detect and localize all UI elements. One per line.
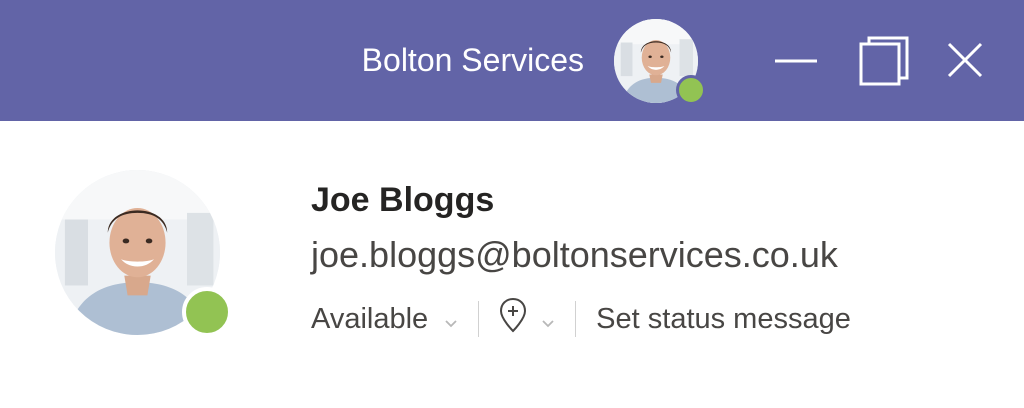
restore-icon bbox=[859, 36, 909, 86]
minimize-button[interactable] bbox=[765, 30, 825, 90]
status-row: Available Set status message bbox=[311, 297, 851, 341]
profile-presence-indicator bbox=[182, 287, 232, 337]
availability-label: Available bbox=[311, 302, 429, 335]
account-presence-indicator bbox=[676, 75, 706, 105]
close-icon bbox=[947, 42, 983, 78]
divider bbox=[575, 301, 577, 337]
chevron-down-icon bbox=[541, 304, 555, 337]
location-pin-add-icon bbox=[499, 297, 527, 341]
maximize-button[interactable] bbox=[853, 30, 913, 90]
close-button[interactable] bbox=[935, 30, 995, 90]
set-status-message-button[interactable]: Set status message bbox=[596, 303, 851, 336]
availability-dropdown[interactable]: Available bbox=[311, 302, 458, 337]
chevron-down-icon bbox=[444, 304, 458, 337]
organization-name: Bolton Services bbox=[361, 42, 584, 78]
divider bbox=[478, 301, 480, 337]
location-dropdown[interactable] bbox=[499, 297, 555, 341]
user-email: joe.bloggs@boltonservices.co.uk bbox=[311, 234, 838, 275]
minimize-icon bbox=[775, 59, 817, 63]
user-name: Joe Bloggs bbox=[311, 181, 495, 219]
title-bar: Bolton Services bbox=[0, 0, 1024, 121]
